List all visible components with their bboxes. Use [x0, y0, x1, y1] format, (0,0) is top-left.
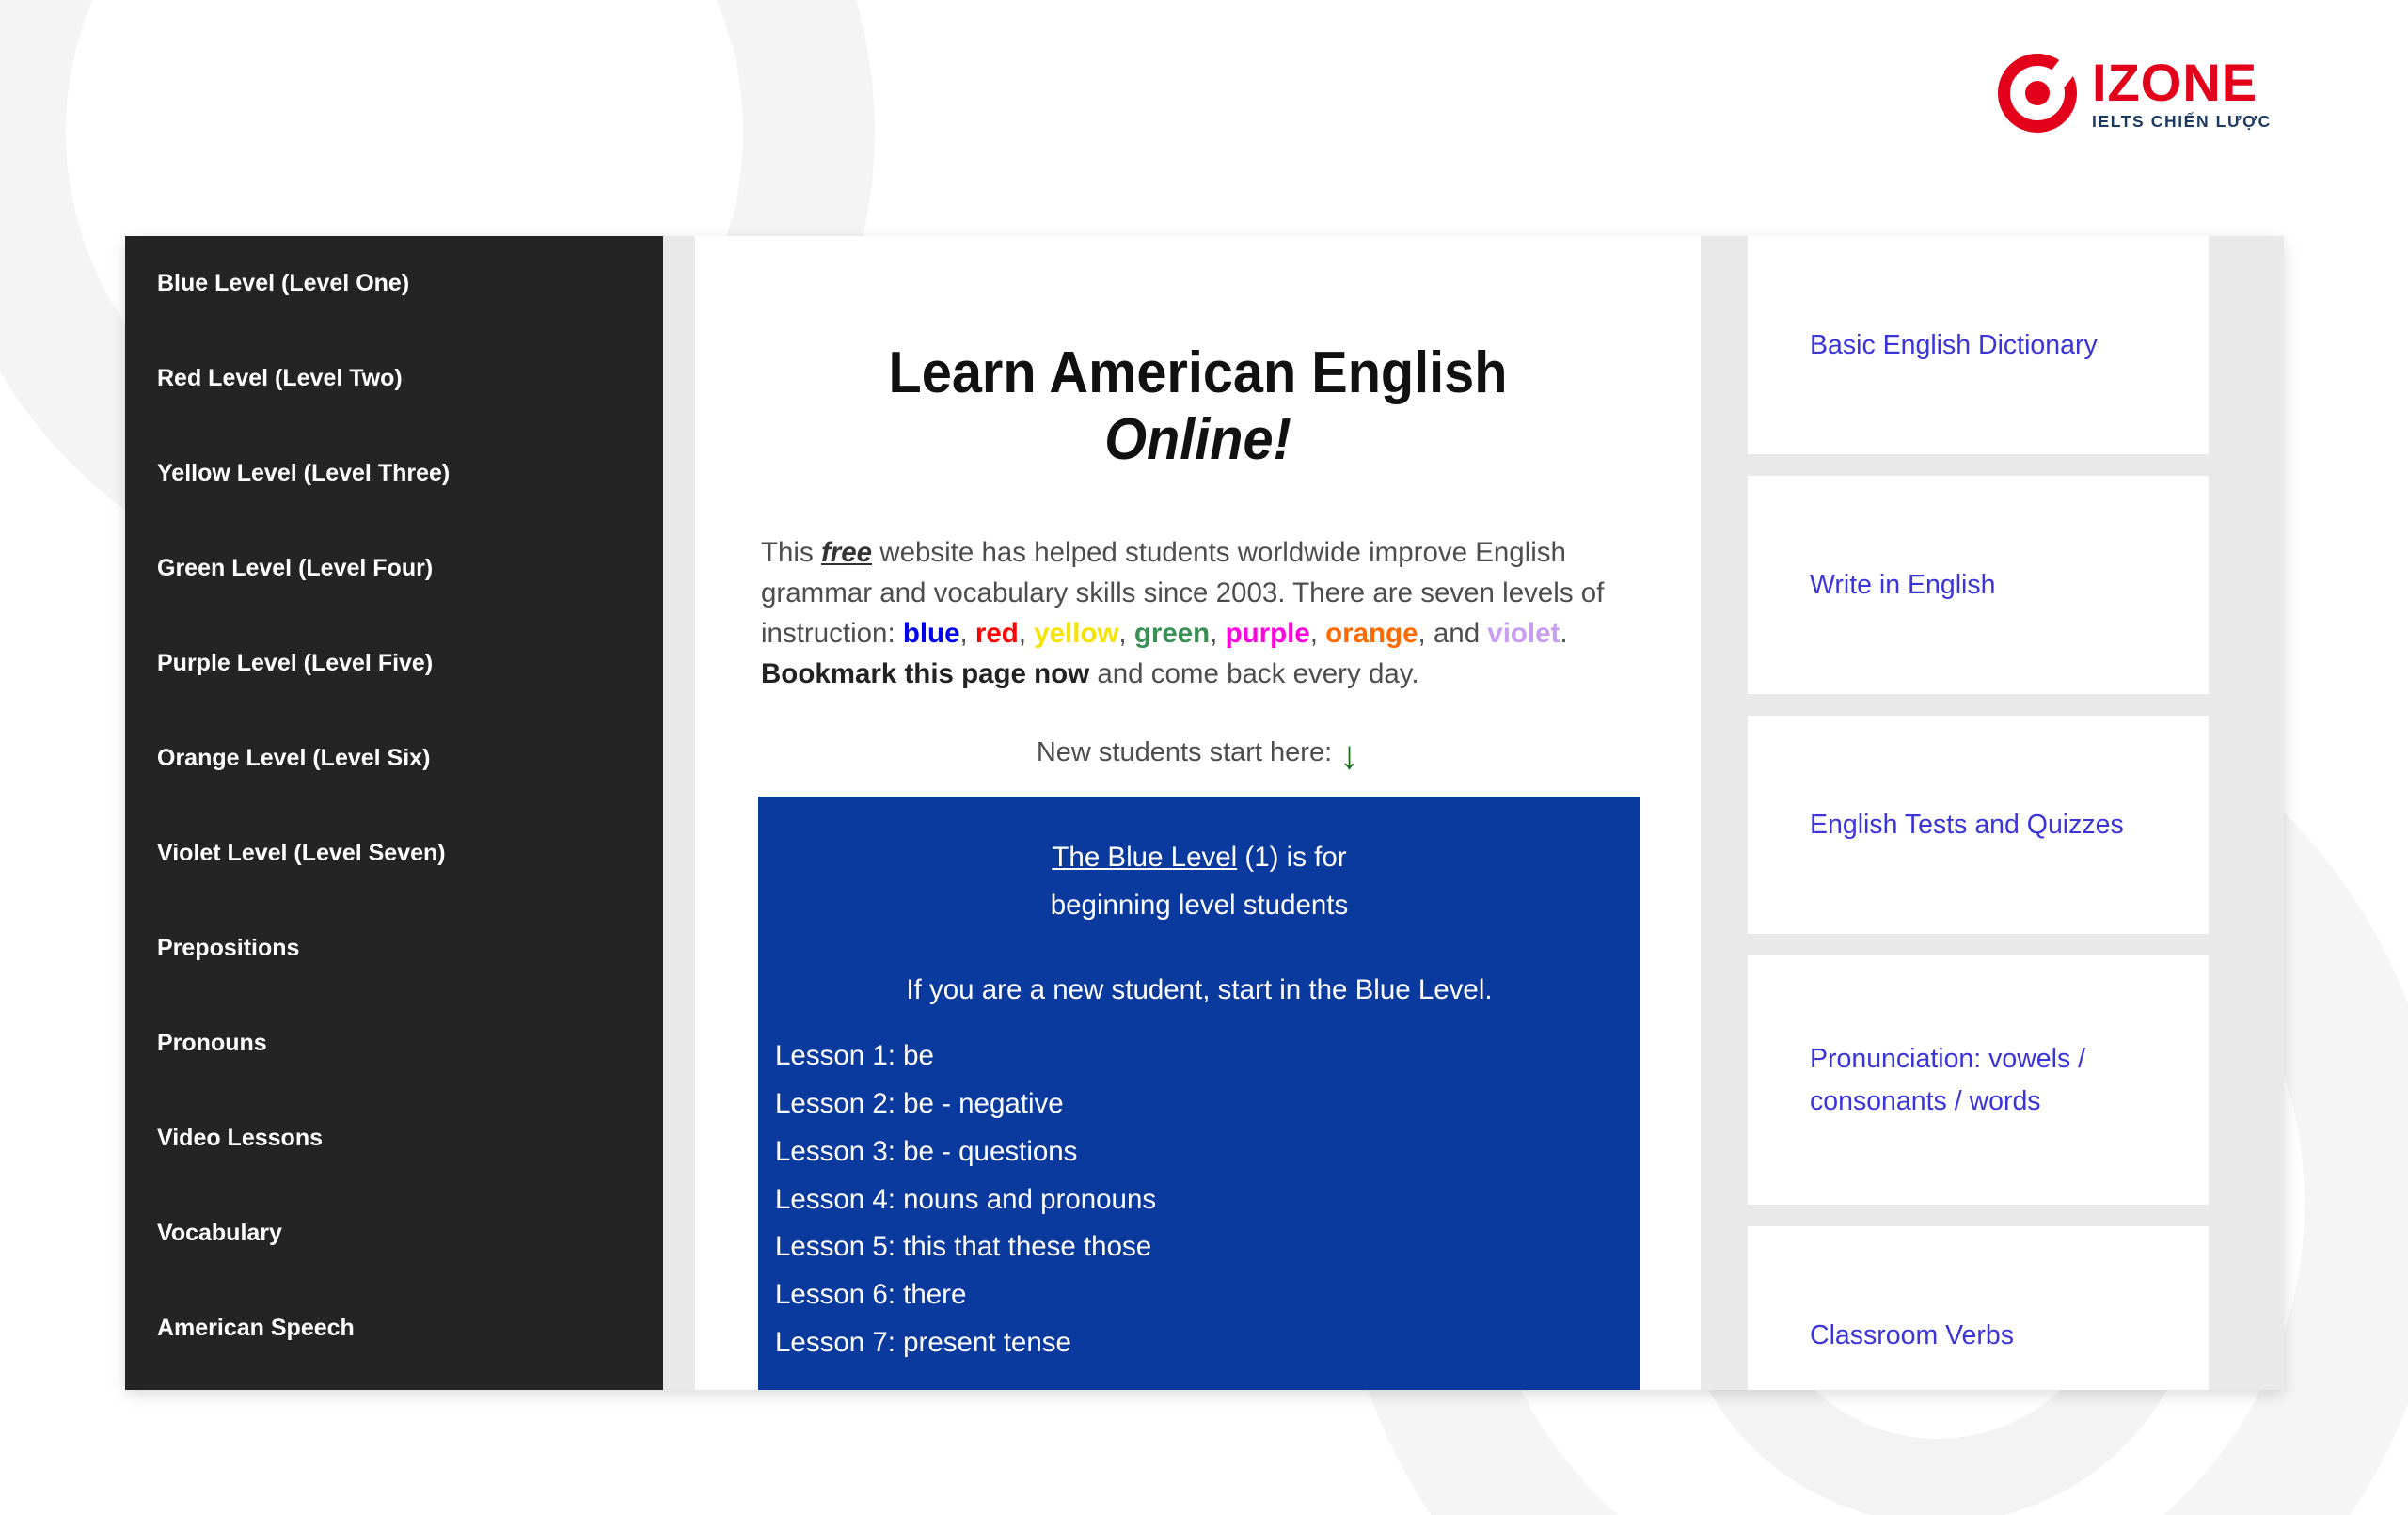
izone-logo: IZONE IELTS CHIẾN LƯỢC: [1998, 52, 2272, 134]
start-here-label: New students start here:: [1036, 736, 1333, 767]
list-item[interactable]: Lesson 4: nouns and pronouns: [775, 1176, 1640, 1224]
sidebar-item-pronouns[interactable]: Pronouns: [157, 1032, 663, 1055]
intro-sep-5: ,: [1309, 617, 1326, 649]
bookmark-callout: Bookmark this page now: [761, 657, 1090, 689]
embedded-webpage-card: Blue Level (Level One) Red Level (Level …: [125, 236, 2284, 1390]
blue-level-panel: The Blue Level (1) is for beginning leve…: [758, 796, 1640, 1390]
intro-text-1: This: [761, 536, 821, 568]
blue-level-heading-rest: (1) is for: [1237, 841, 1347, 873]
lesson-list: Lesson 1: be Lesson 2: be - negative Les…: [758, 1033, 1640, 1366]
logo-tagline-text: IELTS CHIẾN LƯỢC: [2092, 111, 2272, 131]
rail-card-pronunciation[interactable]: Pronunciation: vowels / consonants / wor…: [1748, 955, 2209, 1205]
sidebar-item-video-lessons[interactable]: Video Lessons: [157, 1127, 663, 1150]
screenshot-root: IZONE IELTS CHIẾN LƯỢC Blue Level (Level…: [0, 0, 2408, 1515]
page-title-line1: Learn American English: [888, 340, 1508, 405]
rail-card-label: Write in English: [1810, 569, 1996, 600]
sidebar-item-purple-level[interactable]: Purple Level (Level Five): [157, 652, 663, 675]
level-word-green: green: [1133, 617, 1211, 649]
rail-card-write-english[interactable]: Write in English: [1748, 476, 2209, 694]
level-word-purple: purple: [1225, 617, 1310, 649]
list-item[interactable]: Lesson 2: be - negative: [775, 1081, 1640, 1128]
intro-text-3: .: [1560, 617, 1568, 649]
sidebar-item-vocabulary[interactable]: Vocabulary: [157, 1222, 663, 1245]
rail-card-label: English Tests and Quizzes: [1810, 809, 2124, 840]
list-item[interactable]: Lesson 3: be - questions: [775, 1128, 1640, 1176]
sidebar-item-blue-level[interactable]: Blue Level (Level One): [157, 272, 663, 295]
level-word-yellow: yellow: [1034, 617, 1119, 649]
izone-target-icon: [1998, 54, 2078, 133]
blue-level-link[interactable]: The Blue Level: [1052, 842, 1237, 873]
rail-card-label: Classroom Verbs: [1810, 1319, 2014, 1350]
rail-card-label: Pronunciation: vowels / consonants / wor…: [1810, 1044, 2086, 1116]
list-item[interactable]: Lesson 5: this that these those: [775, 1223, 1640, 1271]
left-sidebar-nav: Blue Level (Level One) Red Level (Level …: [125, 236, 663, 1390]
list-item[interactable]: Lesson 7: present tense: [775, 1319, 1640, 1367]
rail-card-label: Basic English Dictionary: [1810, 329, 2098, 360]
intro-sep-1: ,: [959, 617, 975, 649]
blue-level-heading-line2: beginning level students: [1050, 889, 1349, 921]
list-item[interactable]: Lesson 6: there: [775, 1271, 1640, 1319]
intro-free-emphasis: free: [820, 536, 873, 568]
page-title: Learn American English Online!: [792, 339, 1605, 474]
rail-card-dictionary[interactable]: Basic English Dictionary: [1748, 236, 2209, 454]
intro-sep-2: ,: [1018, 617, 1035, 649]
new-students-start-here: New students start here: ↓: [761, 732, 1635, 777]
rail-card-tests-quizzes[interactable]: English Tests and Quizzes: [1748, 716, 2209, 934]
right-sidebar-rail: Basic English Dictionary Write in Englis…: [1748, 236, 2284, 1390]
intro-sep-4: ,: [1210, 617, 1226, 649]
sidebar-item-violet-level[interactable]: Violet Level (Level Seven): [157, 842, 663, 865]
sidebar-item-american-speech[interactable]: American Speech: [157, 1317, 663, 1340]
level-word-red: red: [974, 617, 1019, 649]
page-title-line2: Online!: [1104, 407, 1291, 473]
main-content-column: Learn American English Online! This free…: [695, 236, 1701, 1390]
sidebar-item-green-level[interactable]: Green Level (Level Four): [157, 557, 663, 580]
blue-level-subtitle: If you are a new student, start in the B…: [906, 974, 1493, 1006]
intro-paragraph: This free website has helped students wo…: [761, 532, 1635, 694]
sidebar-item-red-level[interactable]: Red Level (Level Two): [157, 367, 663, 390]
sidebar-item-orange-level[interactable]: Orange Level (Level Six): [157, 747, 663, 770]
logo-wordmark: IZONE IELTS CHIẾN LƯỢC: [2092, 52, 2272, 131]
right-rail-gutter: [1701, 236, 1748, 1390]
logo-brand-text: IZONE: [2092, 52, 2258, 112]
intro-sep-6: , and: [1418, 617, 1488, 649]
blue-level-heading: The Blue Level (1) is for: [758, 834, 1640, 882]
list-item[interactable]: Lesson 1: be: [775, 1033, 1640, 1081]
intro-text-4: and come back every day.: [1089, 657, 1419, 689]
sidebar-gutter: [663, 236, 695, 1390]
level-word-blue: blue: [902, 617, 960, 649]
sidebar-item-yellow-level[interactable]: Yellow Level (Level Three): [157, 462, 663, 485]
down-arrow-icon: ↓: [1339, 732, 1360, 777]
intro-sep-3: ,: [1118, 617, 1134, 649]
logo-notch: [2048, 57, 2078, 87]
level-word-violet: violet: [1487, 617, 1560, 649]
sidebar-item-prepositions[interactable]: Prepositions: [157, 937, 663, 960]
rail-card-classroom-verbs[interactable]: Classroom Verbs: [1748, 1226, 2209, 1390]
level-word-orange: orange: [1325, 617, 1418, 649]
